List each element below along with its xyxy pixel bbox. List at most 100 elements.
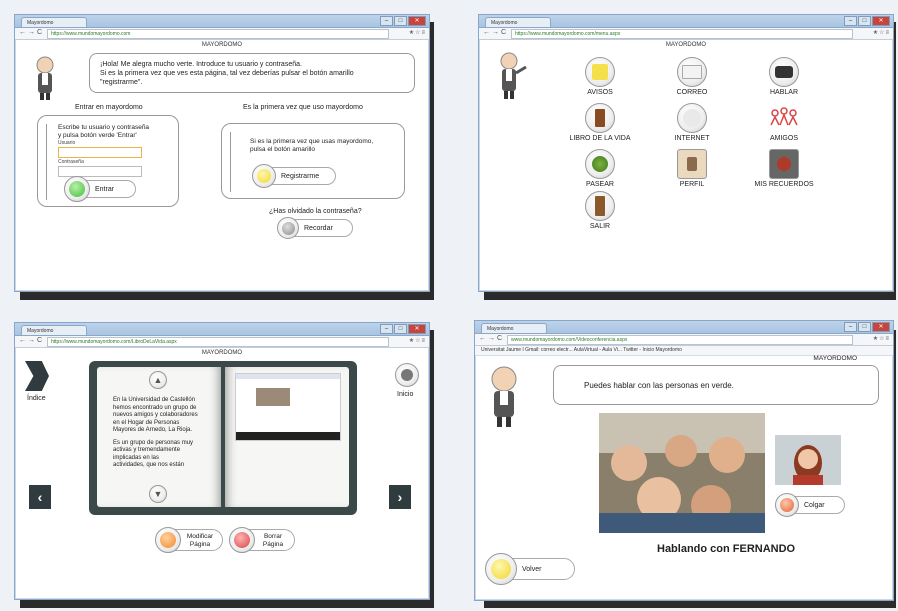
internet-icon	[677, 103, 707, 133]
hangup-button[interactable]: Colgar	[775, 493, 845, 517]
menu-item-pasear[interactable]: PASEAR	[555, 149, 645, 188]
close-icon[interactable]: ✕	[408, 324, 426, 334]
register-line: pulsa el botón amarillo	[250, 146, 316, 153]
title-bar: Mayordomo – □ ✕	[15, 15, 429, 28]
maximize-icon[interactable]: □	[394, 16, 407, 26]
menu-item-internet[interactable]: INTERNET	[647, 103, 737, 142]
next-page-icon[interactable]: ›	[389, 485, 411, 509]
maximize-icon[interactable]: □	[858, 322, 871, 332]
close-icon[interactable]: ✕	[872, 16, 890, 26]
browser-tools-icon[interactable]: ★☆≡	[409, 337, 426, 344]
remember-button[interactable]: Recordar	[277, 217, 353, 239]
page-title: MAYORDOMO	[813, 355, 857, 362]
browser-tools-icon[interactable]: ★☆≡	[873, 29, 890, 36]
home-icon[interactable]	[395, 363, 419, 387]
nav-arrows-icon[interactable]: ←→C	[19, 29, 44, 36]
menu-label: PASEAR	[586, 181, 614, 188]
close-icon[interactable]: ✕	[872, 322, 890, 332]
prev-page-icon[interactable]: ‹	[29, 485, 51, 509]
browser-tools-icon[interactable]: ★☆≡	[409, 29, 426, 36]
book-line: en el Hogar de Personas	[113, 419, 180, 426]
menu-item-avisos[interactable]: AVISOS	[555, 57, 645, 96]
maximize-icon[interactable]: □	[858, 16, 871, 26]
title-bar: Mayordomo – □ ✕	[475, 321, 893, 334]
self-video-thumbnail	[775, 435, 841, 485]
book-line: hemos encontrado un grupo de	[113, 404, 197, 411]
book-line: nuevos amigos y colaboradores	[113, 412, 198, 418]
index-label[interactable]: Índice	[27, 395, 46, 402]
index-arrow-icon[interactable]	[25, 361, 49, 391]
screen2-window: Mayordomo – □ ✕ ←→C https://www.mundomayor…	[478, 14, 894, 292]
scroll-down-icon[interactable]: ▼	[149, 485, 167, 503]
book-line: En la Universidad de Castellón	[113, 397, 196, 403]
notes-icon	[585, 57, 615, 87]
screen4-window: Mayordomo – □ ✕ ←→C www.mundomayordomo.com…	[474, 320, 894, 601]
url-field[interactable]: https://www.mundomayordomo.com	[47, 29, 389, 39]
user-input[interactable]	[58, 147, 142, 158]
menu-label: HABLAR	[769, 89, 798, 96]
talking-status: Hablando con FERNANDO	[657, 543, 796, 555]
delete-page-button[interactable]: Borrar Página	[229, 527, 295, 553]
mail-icon	[677, 57, 707, 87]
book: ▲ En la Universidad de Castellón hemos e…	[89, 361, 357, 515]
url-field[interactable]: www.mundomayordomo.com/Videoconferencia.…	[507, 335, 853, 345]
minimize-icon[interactable]: –	[844, 16, 857, 26]
browser-tab[interactable]: Mayordomo	[485, 17, 551, 27]
friends-icon	[769, 103, 799, 133]
close-icon[interactable]: ✕	[408, 16, 426, 26]
book-line: implicadas en las	[113, 454, 160, 461]
register-button[interactable]: Registrarme	[252, 164, 336, 188]
minimize-icon[interactable]: –	[380, 324, 393, 334]
menu-item-correo[interactable]: CORREO	[647, 57, 737, 96]
delete-line: Borrar	[263, 533, 283, 540]
modify-line: Modificar	[186, 533, 214, 540]
minimize-icon[interactable]: –	[844, 322, 857, 332]
forgot-password-question: ¿Has olvidado la contraseña?	[269, 208, 362, 215]
address-bar: ←→C https://www.mundomayordomo.com ★☆≡	[15, 28, 429, 40]
first-time-title: Es la primera vez que uso mayordomo	[243, 104, 363, 111]
login-title: Entrar en mayordomo	[75, 104, 143, 111]
url-field[interactable]: https://www.mundomayordomo.com/menu.aspx	[511, 29, 853, 39]
back-button[interactable]: Volver	[485, 553, 575, 585]
maximize-icon[interactable]: □	[394, 324, 407, 334]
nav-arrows-icon[interactable]: ←→C	[479, 335, 504, 342]
butler-avatar	[36, 56, 54, 100]
home-label[interactable]: Inicio	[397, 391, 413, 398]
butler-avatar	[500, 52, 527, 99]
screen3-window: Mayordomo – □ ✕ ←→C https://www.mundomayor…	[14, 322, 430, 600]
register-panel: Si es la primera vez que usas mayordomo,…	[221, 123, 405, 199]
url-field[interactable]: https://www.mundomayordomo.com/LibroDeLa…	[47, 337, 389, 347]
scroll-up-icon[interactable]: ▲	[149, 371, 167, 389]
login-instructions: Escribe tu usuario y contraseña y pulsa …	[58, 124, 149, 140]
enter-button[interactable]: Entrar	[64, 176, 136, 202]
menu-item-hablar[interactable]: HABLAR	[739, 57, 829, 96]
menu-label: MIS RECUERDOS	[754, 181, 814, 188]
password-label: Contraseña	[58, 159, 84, 165]
tree-icon	[585, 149, 615, 179]
browser-tab[interactable]: Mayordomo	[481, 323, 547, 333]
browser-tools-icon[interactable]: ★☆≡	[873, 335, 890, 342]
phone-hangup-icon	[775, 493, 799, 517]
nav-arrows-icon[interactable]: ←→C	[19, 337, 44, 344]
menu-item-salir[interactable]: SALIR	[555, 191, 645, 230]
minimize-icon[interactable]: –	[380, 16, 393, 26]
modify-page-button[interactable]: Modificar Página	[155, 527, 223, 553]
welcome-line: ¡Hola! Me alegra mucho verte. Introduce …	[100, 61, 302, 68]
menu-item-perfil[interactable]: PERFIL	[647, 149, 737, 188]
instruction-line: y pulsa botón verde 'Entrar'	[58, 132, 137, 139]
butler-avatar	[491, 366, 517, 427]
menu-item-recuerdos[interactable]: MIS RECUERDOS	[739, 149, 829, 188]
menu-label: INTERNET	[674, 135, 710, 142]
orange-orb-icon	[155, 527, 181, 553]
browser-tab[interactable]: Mayordomo	[21, 17, 87, 27]
bubble-text: Puedes hablar con las personas en verde.	[584, 381, 734, 390]
menu-item-amigos[interactable]: AMIGOS	[739, 103, 829, 142]
book-text: En la Universidad de Castellón hemos enc…	[113, 397, 217, 470]
browser-tab[interactable]: Mayordomo	[21, 325, 87, 335]
green-orb-icon	[64, 176, 90, 202]
nav-arrows-icon[interactable]: ←→C	[483, 29, 508, 36]
address-bar: ←→C https://www.mundomayordomo.com/menu.…	[479, 28, 893, 40]
menu-item-libro[interactable]: LIBRO DE LA VIDA	[555, 103, 645, 142]
book-icon	[585, 103, 615, 133]
menu-label: LIBRO DE LA VIDA	[569, 135, 631, 142]
